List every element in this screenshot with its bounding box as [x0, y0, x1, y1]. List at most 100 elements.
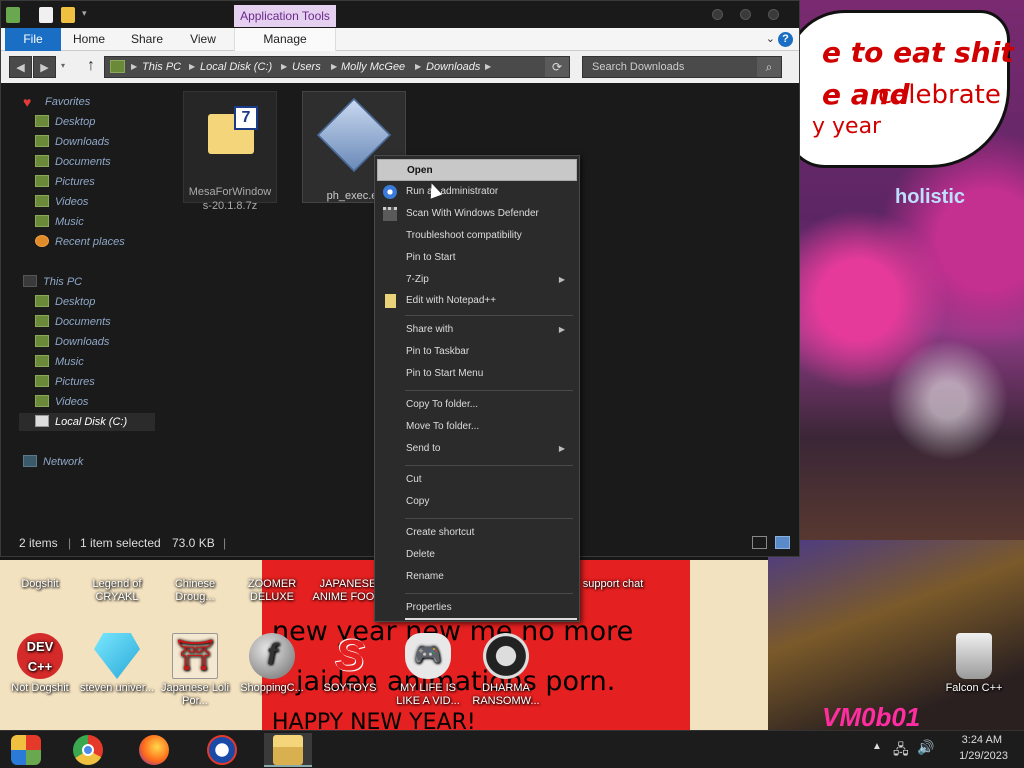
taskbar-obama[interactable]	[198, 733, 246, 767]
desktop-icon-japanese-loli[interactable]: ⛩ Japanese Loli Por...	[155, 633, 235, 708]
desktop-icon-dharma[interactable]: DHARMA RANSOMW...	[466, 633, 546, 708]
help-icon[interactable]: ?	[778, 32, 793, 47]
nav-favorites[interactable]: ♥ Favorites	[23, 93, 90, 111]
tab-share[interactable]: Share	[125, 28, 169, 51]
recent-locations-icon[interactable]: ▾	[61, 61, 65, 70]
breadcrumb-downloads[interactable]: Downloads	[426, 57, 480, 77]
breadcrumb-separator[interactable]: ▶	[485, 57, 491, 77]
nav-fav-desktop[interactable]: Desktop	[35, 113, 95, 131]
folder-icon	[35, 115, 49, 127]
nav-fav-pictures[interactable]: Pictures	[35, 173, 95, 191]
search-icon[interactable]: ⌕	[757, 57, 781, 77]
nav-fav-downloads[interactable]: Downloads	[35, 133, 109, 151]
file-mesa-7z[interactable]: 7 MesaForWindow s-20.1.8.7z	[183, 91, 277, 212]
desktop-icon-not-dogshit[interactable]: DEV C++ Not Dogshit	[0, 633, 80, 695]
nav-pc-desktop[interactable]: Desktop	[35, 293, 95, 311]
nav-pc-pictures[interactable]: Pictures	[35, 373, 95, 391]
network-tray-icon[interactable]: 🖧	[893, 739, 909, 763]
menu-pin-to-start-menu[interactable]: Pin to Start Menu	[377, 363, 577, 385]
desktop-icon-chinese-droug[interactable]: Chinese Droug...	[155, 578, 235, 604]
desktop-icon-legend-of-cryakl[interactable]: Legend of CRYAKL	[77, 578, 157, 604]
shield-gear-icon	[383, 185, 397, 199]
breadcrumb-users[interactable]: Users	[292, 57, 321, 77]
breadcrumb-local-disk[interactable]: Local Disk (C:)	[200, 57, 272, 77]
breadcrumb-user[interactable]: Molly McGee	[341, 57, 405, 77]
tab-file[interactable]: File	[5, 28, 61, 51]
taskbar-firefox[interactable]	[130, 733, 178, 767]
menu-separator	[405, 315, 573, 316]
nav-pc-music[interactable]: Music	[35, 353, 84, 371]
breadcrumb-this-pc[interactable]: This PC	[142, 57, 181, 77]
refresh-icon[interactable]: ⟳	[545, 57, 569, 77]
menu-properties[interactable]: Properties	[377, 597, 577, 619]
desktop-icon-my-life[interactable]: 🎮 MY LIFE IS LIKE A VID...	[388, 633, 468, 708]
forward-button[interactable]: ▶	[33, 56, 56, 78]
tab-view[interactable]: View	[183, 28, 223, 51]
nav-this-pc[interactable]: This PC	[23, 273, 82, 291]
new-folder-icon[interactable]	[61, 7, 75, 23]
breadcrumb-separator[interactable]: ▶	[331, 57, 337, 77]
menu-separator	[405, 593, 573, 594]
nav-fav-documents[interactable]: Documents	[35, 153, 111, 171]
firefox-icon	[139, 735, 169, 765]
nav-fav-recent-places[interactable]: Recent places	[35, 233, 125, 251]
desktop-icon-falcon-cpp[interactable]: Falcon C++	[934, 633, 1014, 695]
breadcrumb-separator[interactable]: ▶	[415, 57, 421, 77]
show-hidden-icons[interactable]: ▲	[872, 741, 882, 752]
nav-pc-documents[interactable]: Documents	[35, 313, 111, 331]
back-button[interactable]: ◀	[9, 56, 32, 78]
desktop-icon-soytoys[interactable]: S SOYTOYS	[310, 633, 390, 695]
taskbar-chrome[interactable]	[64, 733, 112, 767]
tab-home[interactable]: Home	[69, 28, 109, 51]
title-bar[interactable]: ▾ Application Tools	[1, 1, 799, 28]
nav-pc-downloads[interactable]: Downloads	[35, 333, 109, 351]
menu-move-to-folder[interactable]: Move To folder...	[377, 416, 577, 438]
tab-manage[interactable]: Manage	[234, 28, 336, 51]
menu-troubleshoot[interactable]: Troubleshoot compatibility	[377, 225, 577, 247]
volume-icon[interactable]: 🔊	[917, 739, 934, 756]
desktop-icon-steven-universe[interactable]: steven univer...	[77, 633, 157, 695]
application-tools-label: Application Tools	[234, 5, 336, 27]
nav-pc-videos[interactable]: Videos	[35, 393, 88, 411]
menu-send-to[interactable]: Send to ▶	[377, 438, 577, 460]
menu-scan-defender[interactable]: Scan With Windows Defender	[377, 203, 577, 225]
nav-network[interactable]: Network	[23, 453, 83, 471]
menu-cut[interactable]: Cut	[377, 469, 577, 491]
menu-delete[interactable]: Delete	[377, 544, 577, 566]
expand-ribbon-icon[interactable]: ⌄	[766, 32, 775, 45]
properties-icon[interactable]	[39, 7, 53, 23]
maximize-button[interactable]	[740, 9, 751, 20]
desktop-icon-shopping[interactable]: f ShoppingC...	[232, 633, 312, 695]
desktop-icon-dogshit[interactable]: Dogshit	[0, 578, 80, 591]
address-bar[interactable]: ▶ This PC ▶ Local Disk (C:) ▶ Users ▶ Mo…	[104, 56, 570, 78]
menu-rename[interactable]: Rename	[377, 566, 577, 588]
qat-dropdown-icon[interactable]: ▾	[82, 8, 87, 19]
desktop-icon-zoomer-deluxe[interactable]: ZOOMER DELUXE	[232, 578, 312, 604]
start-button[interactable]	[2, 733, 50, 767]
menu-7zip[interactable]: 7-Zip ▶	[377, 269, 577, 291]
menu-copy[interactable]: Copy	[377, 491, 577, 513]
large-icons-view-icon[interactable]	[775, 536, 790, 549]
menu-share-with[interactable]: Share with ▶	[377, 319, 577, 341]
menu-create-shortcut[interactable]: Create shortcut	[377, 522, 577, 544]
search-box[interactable]: Search Downloads ⌕	[582, 56, 782, 78]
clock-time[interactable]: 3:24 AM	[962, 734, 1002, 746]
menu-edit-notepad[interactable]: Edit with Notepad++	[377, 290, 577, 312]
nav-pc-local-disk[interactable]: Local Disk (C:)	[19, 413, 155, 431]
menu-run-as-admin[interactable]: Run as administrator	[377, 181, 577, 203]
menu-pin-to-start[interactable]: Pin to Start	[377, 247, 577, 269]
details-view-icon[interactable]	[752, 536, 767, 549]
breadcrumb-separator[interactable]: ▶	[131, 57, 137, 77]
menu-copy-to-folder[interactable]: Copy To folder...	[377, 394, 577, 416]
taskbar-file-explorer[interactable]	[264, 733, 312, 767]
minimize-button[interactable]	[712, 9, 723, 20]
menu-pin-to-taskbar[interactable]: Pin to Taskbar	[377, 341, 577, 363]
nav-fav-music[interactable]: Music	[35, 213, 84, 231]
menu-open[interactable]: Open	[377, 159, 577, 181]
breadcrumb-separator[interactable]: ▶	[189, 57, 195, 77]
breadcrumb-separator[interactable]: ▶	[281, 57, 287, 77]
close-button[interactable]	[768, 9, 779, 20]
nav-fav-videos[interactable]: Videos	[35, 193, 88, 211]
clock-date[interactable]: 1/29/2023	[959, 750, 1008, 762]
up-button[interactable]: ↑	[83, 57, 99, 75]
